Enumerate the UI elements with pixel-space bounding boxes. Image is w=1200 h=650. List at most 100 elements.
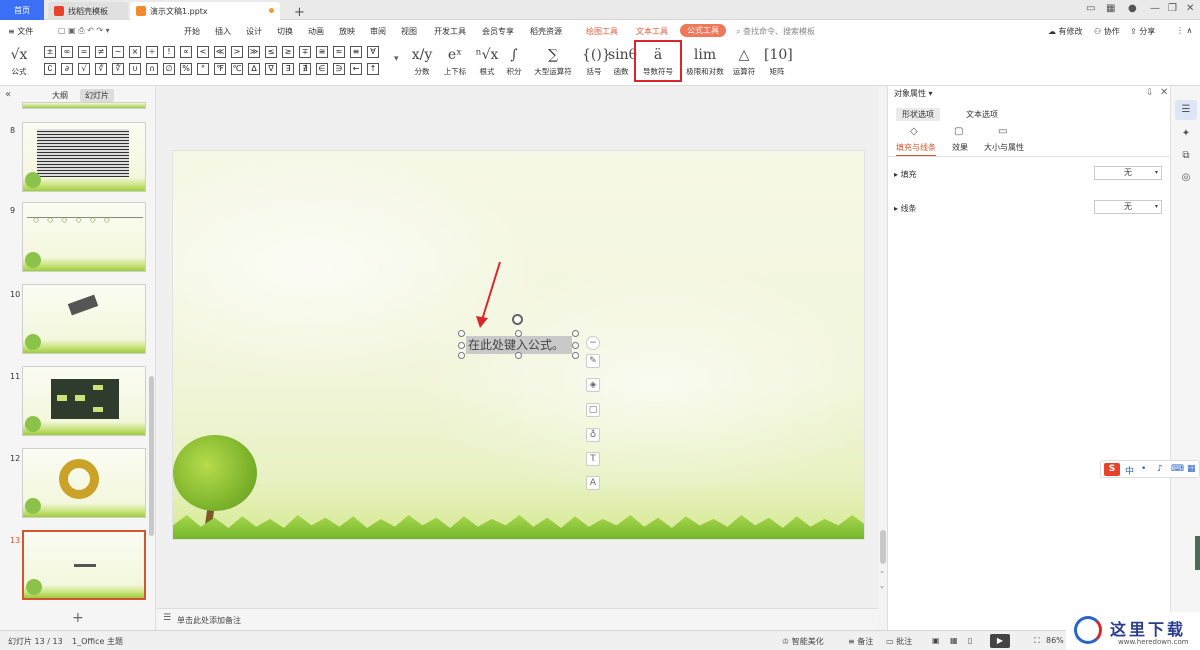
subtab-fill-line[interactable]: 填充与线条 bbox=[896, 142, 936, 157]
slide-thumb-partial[interactable] bbox=[22, 102, 146, 109]
text-format-icon[interactable]: A bbox=[586, 476, 600, 490]
properties-icon[interactable]: ☰ bbox=[1180, 104, 1192, 116]
symbol-button[interactable]: ∓ bbox=[299, 46, 311, 58]
symbol-button[interactable]: > bbox=[231, 46, 243, 58]
pane-title[interactable]: 对象属性 ▾ bbox=[894, 88, 933, 99]
symbol-button[interactable]: ∃ bbox=[282, 63, 294, 75]
symbol-button[interactable]: = bbox=[78, 46, 90, 58]
comments-toggle[interactable]: ▭ 批注 bbox=[886, 636, 912, 647]
tab-outline[interactable]: 大纲 bbox=[52, 90, 68, 101]
resize-handle[interactable] bbox=[572, 330, 579, 337]
symbol-button[interactable]: ∇ bbox=[265, 63, 277, 75]
resize-handle[interactable] bbox=[458, 352, 465, 359]
pin-tool-icon[interactable]: ✦ bbox=[1180, 128, 1192, 140]
collab-button[interactable]: ⚇ 协作 bbox=[1094, 26, 1120, 37]
script-button[interactable]: eˣ 上下标 bbox=[438, 44, 472, 77]
minimize-icon[interactable]: — bbox=[1150, 3, 1160, 14]
menu-item-start[interactable]: 开始 bbox=[184, 26, 200, 37]
resize-handle[interactable] bbox=[515, 352, 522, 359]
fit-icon[interactable]: ⛶ bbox=[1034, 636, 1040, 646]
symbol-button[interactable]: ! bbox=[163, 46, 175, 58]
symbol-button[interactable]: ∂ bbox=[61, 63, 73, 75]
symbol-button[interactable]: ∝ bbox=[180, 46, 192, 58]
symbol-gallery-more-icon[interactable]: ▾ bbox=[394, 54, 399, 64]
symbol-button[interactable]: < bbox=[197, 46, 209, 58]
reading-view-icon[interactable]: ▯ bbox=[968, 636, 972, 645]
share-button[interactable]: ⇪ 分享 bbox=[1130, 26, 1155, 37]
side-handle[interactable] bbox=[1195, 536, 1200, 570]
subtab-size[interactable]: 大小与属性 bbox=[984, 142, 1024, 153]
menu-item-formula-tools[interactable]: 公式工具 bbox=[680, 24, 726, 37]
collapse-icon[interactable]: « bbox=[5, 89, 11, 100]
symbol-button[interactable]: % bbox=[180, 63, 192, 75]
more-icon[interactable]: ⋮ ∧ bbox=[1176, 26, 1192, 35]
symbol-button[interactable]: ° bbox=[197, 63, 209, 75]
symbol-button[interactable]: ∅ bbox=[163, 63, 175, 75]
changes-button[interactable]: ☁ 有修改 bbox=[1048, 26, 1083, 37]
file-menu[interactable]: ≡ 文件 bbox=[8, 26, 33, 37]
grid-icon[interactable]: ▦ bbox=[1106, 3, 1115, 14]
menu-item-slideshow[interactable]: 放映 bbox=[339, 26, 355, 37]
menu-item-view[interactable]: 视图 bbox=[401, 26, 417, 37]
tab-document[interactable]: 演示文稿1.pptx bbox=[130, 2, 280, 20]
microphone-icon[interactable]: ♪ bbox=[1157, 464, 1163, 474]
rotate-handle[interactable] bbox=[512, 314, 523, 325]
resize-handle[interactable] bbox=[515, 330, 522, 337]
tab-template[interactable]: 找稻壳模板 bbox=[48, 2, 128, 20]
symbol-button[interactable]: ÷ bbox=[146, 46, 158, 58]
symbol-button[interactable]: ∈ bbox=[316, 63, 328, 75]
ime-punct-icon[interactable]: • bbox=[1141, 464, 1146, 474]
function-button[interactable]: sinθ 函数 bbox=[608, 44, 637, 77]
line-select[interactable]: 无 ▾ bbox=[1094, 200, 1162, 214]
close-icon[interactable]: ✕ bbox=[1186, 3, 1194, 14]
radical-button[interactable]: ⁿ√x 根式 bbox=[474, 44, 500, 77]
symbol-button[interactable]: ∩ bbox=[146, 63, 158, 75]
tab-shape-options[interactable]: 形状选项 bbox=[896, 108, 940, 121]
ime-menu-icon[interactable]: ▦ bbox=[1187, 464, 1196, 474]
pane-close-icon[interactable]: ✕ bbox=[1160, 87, 1168, 98]
layout-icon[interactable]: ▭ bbox=[1086, 3, 1095, 14]
symbol-button[interactable]: ∞ bbox=[61, 46, 73, 58]
slide-thumb[interactable] bbox=[22, 448, 146, 518]
menu-item-docer[interactable]: 稻壳资源 bbox=[530, 26, 562, 37]
large-operator-button[interactable]: ∑ 大型运算符 bbox=[528, 44, 578, 77]
limit-log-button[interactable]: lim 极限和对数 bbox=[682, 44, 728, 77]
menu-item-design[interactable]: 设计 bbox=[246, 26, 262, 37]
matrix-button[interactable]: [10] 矩阵 bbox=[764, 44, 793, 77]
panel-scrollbar[interactable] bbox=[149, 376, 154, 536]
symbol-button[interactable]: ∛ bbox=[95, 63, 107, 75]
symbol-button[interactable]: ℃ bbox=[231, 63, 243, 75]
resize-handle[interactable] bbox=[458, 342, 465, 349]
symbol-button[interactable]: ∁ bbox=[44, 63, 56, 75]
menu-item-insert[interactable]: 插入 bbox=[215, 26, 231, 37]
symbol-button[interactable]: ∀ bbox=[367, 46, 379, 58]
notes-placeholder[interactable]: 单击此处添加备注 bbox=[177, 615, 241, 626]
symbol-button[interactable]: ≤ bbox=[265, 46, 277, 58]
symbol-button[interactable]: ≥ bbox=[282, 46, 294, 58]
bulb-icon[interactable]: ♁ bbox=[586, 428, 600, 442]
tab-text-options[interactable]: 文本选项 bbox=[966, 109, 998, 120]
location-icon[interactable]: ◎ bbox=[1180, 172, 1192, 184]
line-row[interactable]: ▸ 线条 bbox=[894, 203, 917, 214]
tab-slides[interactable]: 幻灯片 bbox=[80, 89, 114, 102]
normal-view-icon[interactable]: ▣ bbox=[932, 636, 940, 645]
symbol-button[interactable]: ≪ bbox=[214, 46, 226, 58]
operator-button[interactable]: △ 运算符 bbox=[730, 44, 758, 77]
symbol-button[interactable]: ≡ bbox=[350, 46, 362, 58]
scroll-up-icon[interactable]: ⌃ bbox=[879, 570, 885, 578]
symbol-button[interactable]: ± bbox=[44, 46, 56, 58]
menu-item-review[interactable]: 审阅 bbox=[370, 26, 386, 37]
slide-thumb[interactable] bbox=[22, 122, 146, 192]
ime-toolbar[interactable]: S 中 • ♪ ⌨ ▦ bbox=[1100, 460, 1200, 478]
resize-handle[interactable] bbox=[458, 330, 465, 337]
pin-icon[interactable]: ⇩ bbox=[1146, 88, 1154, 98]
menu-item-member[interactable]: 会员专享 bbox=[482, 26, 514, 37]
symbol-button[interactable]: ≠ bbox=[95, 46, 107, 58]
menu-item-draw-tools[interactable]: 绘图工具 bbox=[586, 26, 618, 37]
symbol-button[interactable]: ∋ bbox=[333, 63, 345, 75]
symbol-button[interactable]: √ bbox=[78, 63, 90, 75]
notes-bar[interactable]: ☰ 单击此处添加备注 bbox=[157, 608, 878, 630]
symbol-button[interactable]: ≫ bbox=[248, 46, 260, 58]
smart-beautify-button[interactable]: ♔ 智能美化 bbox=[782, 636, 824, 647]
symbol-button[interactable]: ~ bbox=[112, 46, 124, 58]
